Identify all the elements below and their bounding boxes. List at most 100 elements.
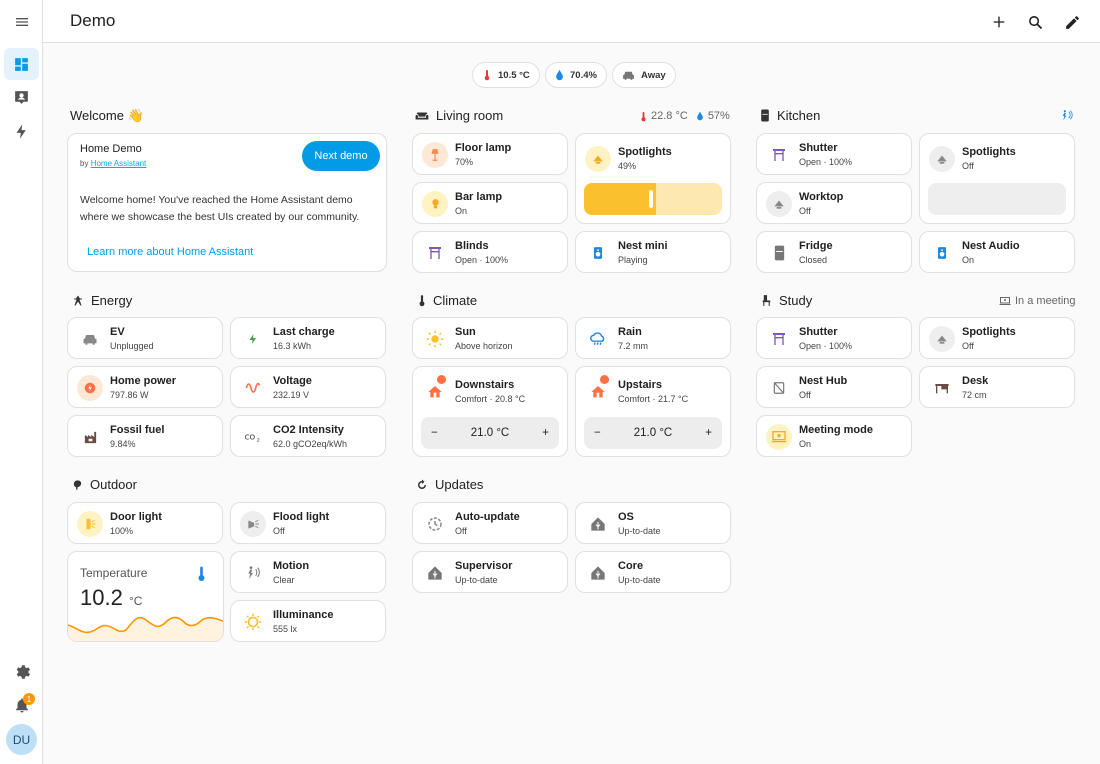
tile-core-update[interactable]: Core Up-to-date (575, 551, 731, 593)
tile-name: Last charge (273, 326, 335, 338)
brightness-slider-handle[interactable] (649, 190, 653, 208)
tile-os-update[interactable]: OS Up-to-date (575, 502, 731, 544)
tile-floor-lamp[interactable]: Floor lamp 70% (412, 133, 568, 175)
tile-study-spotlights[interactable]: Spotlights Off (919, 317, 1075, 359)
energy-title: Energy (91, 293, 133, 308)
tile-supervisor-update[interactable]: Supervisor Up-to-date (412, 551, 568, 593)
menu-button[interactable] (6, 6, 37, 37)
tile-study-shutter[interactable]: Shutter Open · 100% (756, 317, 912, 359)
tile-nest-mini[interactable]: Nest mini Playing (575, 231, 731, 273)
temperature-graph-card[interactable]: Temperature 10.2 °C (67, 551, 224, 642)
tile-nest-hub[interactable]: Nest Hub Off (756, 366, 912, 408)
sidebar-item-notifications[interactable] (4, 689, 39, 721)
tile-fridge[interactable]: Fridge Closed (756, 231, 912, 273)
tile-ev[interactable]: EV Unplugged (67, 317, 223, 359)
tile-fossil-fuel[interactable]: Fossil fuel 9.84% (67, 415, 223, 457)
tile-last-charge[interactable]: Last charge 16.3 kWh (230, 317, 386, 359)
tile-state: Up-to-date (618, 526, 661, 536)
learn-more-link[interactable]: Learn more about Home Assistant (87, 246, 253, 258)
edit-button[interactable] (1058, 8, 1086, 36)
badge-presence-value: Away (641, 69, 666, 81)
flash-icon (16, 123, 26, 139)
tile-downstairs-thermostat[interactable]: Downstairs Comfort · 20.8 °C − 21.0 °C + (412, 366, 568, 457)
add-button[interactable] (985, 8, 1013, 36)
tile-worktop[interactable]: Worktop Off (756, 182, 912, 224)
dashboard-icon (15, 57, 28, 71)
tile-spotlights-living[interactable]: Spotlights 49% (575, 133, 731, 224)
search-button[interactable] (1021, 8, 1049, 36)
next-demo-button[interactable]: Next demo (302, 141, 380, 171)
increase-button[interactable]: + (542, 427, 549, 439)
badge-temperature[interactable]: 10.5 °C (472, 62, 540, 88)
fire-badge-icon (599, 374, 610, 385)
tile-name: Worktop (799, 191, 844, 203)
tile-name: Bar lamp (455, 191, 503, 203)
tile-door-light[interactable]: Door light 100% (67, 502, 223, 544)
motion-sensor-icon[interactable] (1060, 109, 1073, 122)
floor-lamp-icon (422, 142, 448, 168)
water-icon (697, 111, 703, 121)
ha-logo-icon (585, 511, 611, 537)
tile-state: Comfort · 20.8 °C (455, 394, 526, 404)
tile-desk[interactable]: Desk 72 cm (919, 366, 1075, 408)
section-study-title: Study (761, 293, 812, 308)
updates-title: Updates (435, 477, 484, 492)
living-room-title: Living room (436, 108, 504, 123)
decrease-button[interactable]: − (431, 427, 438, 439)
sidebar-item-settings[interactable] (4, 656, 39, 688)
tile-state: Playing (618, 255, 648, 265)
home-power-icon (77, 375, 103, 401)
laptop-account-icon (999, 297, 1011, 305)
tile-state: Off (799, 390, 811, 400)
by-prefix: by (80, 159, 89, 168)
sidebar-item-map[interactable] (4, 81, 39, 113)
study-meeting-status[interactable]: In a meeting (999, 295, 1076, 307)
transmission-tower-icon (74, 295, 82, 306)
tile-name: Flood light (273, 511, 330, 523)
tile-illuminance[interactable]: Illuminance 555 lx (230, 600, 386, 642)
tile-name: Sun (455, 326, 476, 338)
tile-auto-update[interactable]: Auto-update Off (412, 502, 568, 544)
tile-state: Comfort · 21.7 °C (618, 394, 689, 404)
section-outdoor-title: Outdoor (72, 477, 137, 492)
tree-icon (73, 479, 82, 490)
tile-meeting-mode[interactable]: Meeting mode On (756, 415, 912, 457)
tile-state: Open · 100% (799, 157, 853, 167)
tile-kitchen-spotlights[interactable]: Spotlights Off (919, 133, 1075, 224)
tile-state: Off (273, 526, 285, 536)
tile-nest-audio[interactable]: Nest Audio On (919, 231, 1075, 273)
tile-state: 555 lx (273, 624, 298, 634)
badge-presence[interactable]: Away (612, 62, 676, 88)
outdoor-title: Outdoor (90, 477, 137, 492)
living-room-humidity: 57% (707, 110, 730, 122)
tile-bar-lamp[interactable]: Bar lamp On (412, 182, 568, 224)
tile-upstairs-thermostat[interactable]: Upstairs Comfort · 21.7 °C − 21.0 °C + (575, 366, 731, 457)
tile-blinds[interactable]: Blinds Open · 100% (412, 231, 568, 273)
tile-state: Open · 100% (799, 341, 853, 351)
section-kitchen-title: Kitchen (760, 108, 820, 123)
sidebar-item-overview[interactable] (4, 48, 39, 80)
badge-humidity[interactable]: 70.4% (545, 62, 607, 88)
tile-voltage[interactable]: Voltage 232.19 V (230, 366, 386, 408)
user-avatar[interactable]: DU (6, 724, 37, 755)
tile-flood-light[interactable]: Flood light Off (230, 502, 386, 544)
page-title: Demo (70, 11, 116, 30)
brightness-slider[interactable] (928, 183, 1066, 215)
increase-button[interactable]: + (705, 427, 712, 439)
decrease-button[interactable]: − (594, 427, 601, 439)
sidebar-item-energy[interactable] (4, 115, 39, 147)
author-link[interactable]: Home Assistant (91, 159, 147, 168)
brightness-slider[interactable] (584, 183, 722, 215)
tile-co2-intensity[interactable]: CO 2 CO2 Intensity 62.0 gCO2eq/kWh (230, 415, 386, 457)
tile-home-power[interactable]: Home power 797.86 W (67, 366, 223, 408)
living-room-sensors[interactable]: 22.8 °C 57% (640, 110, 730, 122)
blinds-icon (422, 240, 448, 266)
tile-rain[interactable]: Rain 7.2 mm (575, 317, 731, 359)
tile-kitchen-shutter[interactable]: Shutter Open · 100% (756, 133, 912, 175)
tile-sun[interactable]: Sun Above horizon (412, 317, 568, 359)
tile-name: Spotlights (962, 326, 1016, 338)
update-icon (418, 479, 426, 489)
tile-motion[interactable]: Motion Clear (230, 551, 386, 593)
tile-state: Off (962, 341, 974, 351)
section-welcome-title: Welcome 👋 (70, 108, 144, 124)
